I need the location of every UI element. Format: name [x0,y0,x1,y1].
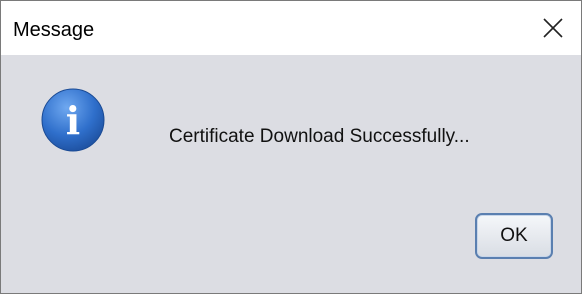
info-icon: i [41,88,105,152]
dialog-content: i Certificate Download Successfully... O… [1,55,581,293]
dialog-message: Certificate Download Successfully... [169,126,470,147]
ok-button[interactable]: OK [475,213,553,259]
info-glyph: i [66,98,80,143]
dialog-title: Message [13,19,95,41]
message-dialog: Message i Certificate Download Successfu… [0,0,582,294]
title-bar: Message [1,1,581,55]
close-icon [543,18,563,38]
close-button[interactable] [525,1,581,55]
